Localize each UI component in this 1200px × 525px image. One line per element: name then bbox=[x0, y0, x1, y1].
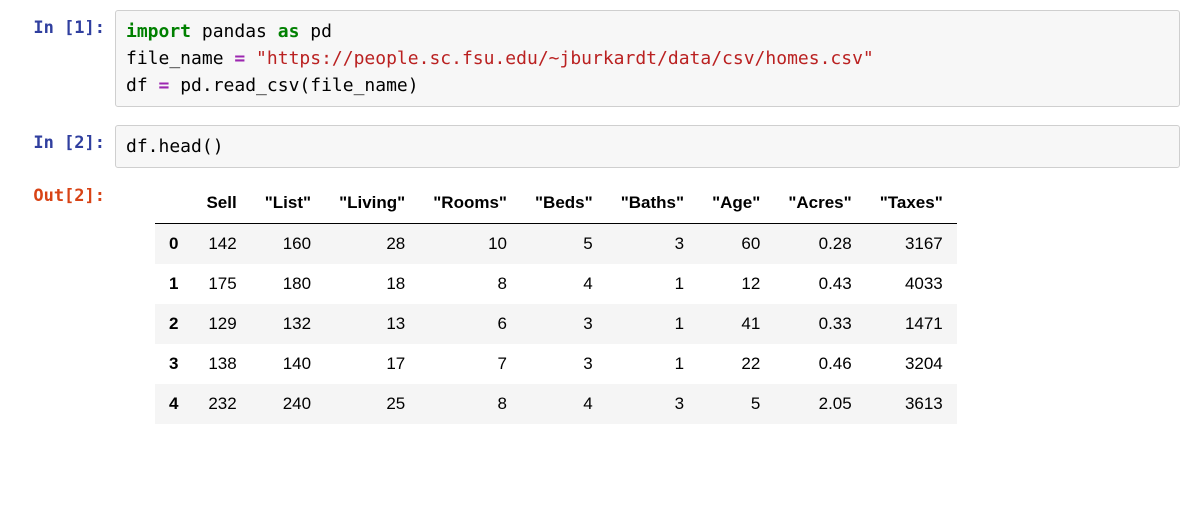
col-header: "Taxes" bbox=[866, 183, 957, 224]
cell: 0.33 bbox=[774, 304, 865, 344]
cell: 0.43 bbox=[774, 264, 865, 304]
cell: 4033 bbox=[866, 264, 957, 304]
cell: 132 bbox=[251, 304, 325, 344]
keyword-import: import bbox=[126, 21, 191, 42]
df-head-call: df.head() bbox=[126, 136, 224, 157]
cell: 41 bbox=[698, 304, 774, 344]
col-header: "List" bbox=[251, 183, 325, 224]
col-header: "Baths" bbox=[607, 183, 698, 224]
table-row: 0 142 160 28 10 5 3 60 0.28 3167 bbox=[155, 224, 957, 265]
cell: 3 bbox=[521, 304, 607, 344]
cell: 22 bbox=[698, 344, 774, 384]
keyword-as: as bbox=[278, 21, 300, 42]
cell: 5 bbox=[698, 384, 774, 424]
code-input-2[interactable]: df.head() bbox=[115, 125, 1180, 168]
output-cell-2: Out[2]: Sell "List" "Living" "Rooms" "Be… bbox=[20, 178, 1180, 429]
read-csv-call: pd.read_csv(file_name) bbox=[169, 75, 418, 96]
string-url: "https://people.sc.fsu.edu/~jburkardt/da… bbox=[245, 48, 874, 69]
input-prompt-2: In [2]: bbox=[20, 125, 115, 156]
cell: 4 bbox=[521, 264, 607, 304]
cell: 160 bbox=[251, 224, 325, 265]
col-header: Sell bbox=[192, 183, 250, 224]
cell: 17 bbox=[325, 344, 419, 384]
cell: 3 bbox=[607, 224, 698, 265]
cell: 18 bbox=[325, 264, 419, 304]
index-header bbox=[155, 183, 192, 224]
cell: 180 bbox=[251, 264, 325, 304]
table-body: 0 142 160 28 10 5 3 60 0.28 3167 1 175 1… bbox=[155, 224, 957, 425]
cell: 232 bbox=[192, 384, 250, 424]
cell: 2.05 bbox=[774, 384, 865, 424]
col-header: "Age" bbox=[698, 183, 774, 224]
row-index: 1 bbox=[155, 264, 192, 304]
cell: 175 bbox=[192, 264, 250, 304]
cell: 3613 bbox=[866, 384, 957, 424]
cell: 28 bbox=[325, 224, 419, 265]
code-cell-2: In [2]: df.head() bbox=[20, 125, 1180, 168]
row-index: 0 bbox=[155, 224, 192, 265]
module-name: pandas bbox=[191, 21, 278, 42]
assign-op: = bbox=[234, 48, 245, 69]
alias-name: pd bbox=[299, 21, 332, 42]
code-cell-1: In [1]: import pandas as pd file_name = … bbox=[20, 10, 1180, 107]
table-row: 1 175 180 18 8 4 1 12 0.43 4033 bbox=[155, 264, 957, 304]
col-header: "Beds" bbox=[521, 183, 607, 224]
cell: 8 bbox=[419, 384, 521, 424]
cell: 13 bbox=[325, 304, 419, 344]
cell: 6 bbox=[419, 304, 521, 344]
cell: 140 bbox=[251, 344, 325, 384]
cell: 1 bbox=[607, 304, 698, 344]
table-row: 4 232 240 25 8 4 3 5 2.05 3613 bbox=[155, 384, 957, 424]
col-header: "Living" bbox=[325, 183, 419, 224]
cell: 1 bbox=[607, 264, 698, 304]
cell: 5 bbox=[521, 224, 607, 265]
cell: 0.28 bbox=[774, 224, 865, 265]
cell: 3204 bbox=[866, 344, 957, 384]
input-prompt-1: In [1]: bbox=[20, 10, 115, 41]
cell: 240 bbox=[251, 384, 325, 424]
cell: 4 bbox=[521, 384, 607, 424]
row-index: 2 bbox=[155, 304, 192, 344]
var-file-name: file_name bbox=[126, 48, 234, 69]
col-header: "Acres" bbox=[774, 183, 865, 224]
header-row: Sell "List" "Living" "Rooms" "Beds" "Bat… bbox=[155, 183, 957, 224]
cell: 8 bbox=[419, 264, 521, 304]
cell: 129 bbox=[192, 304, 250, 344]
cell: 3167 bbox=[866, 224, 957, 265]
row-index: 3 bbox=[155, 344, 192, 384]
cell: 12 bbox=[698, 264, 774, 304]
row-index: 4 bbox=[155, 384, 192, 424]
dataframe-table: Sell "List" "Living" "Rooms" "Beds" "Bat… bbox=[155, 183, 957, 424]
col-header: "Rooms" bbox=[419, 183, 521, 224]
cell: 10 bbox=[419, 224, 521, 265]
cell: 0.46 bbox=[774, 344, 865, 384]
assign-op: = bbox=[159, 75, 170, 96]
cell: 7 bbox=[419, 344, 521, 384]
var-df: df bbox=[126, 75, 159, 96]
cell: 142 bbox=[192, 224, 250, 265]
output-area-2: Sell "List" "Living" "Rooms" "Beds" "Bat… bbox=[115, 178, 1180, 429]
table-header: Sell "List" "Living" "Rooms" "Beds" "Bat… bbox=[155, 183, 957, 224]
cell: 138 bbox=[192, 344, 250, 384]
cell: 3 bbox=[607, 384, 698, 424]
output-prompt-2: Out[2]: bbox=[20, 178, 115, 209]
cell: 3 bbox=[521, 344, 607, 384]
cell: 60 bbox=[698, 224, 774, 265]
table-row: 2 129 132 13 6 3 1 41 0.33 1471 bbox=[155, 304, 957, 344]
cell: 1 bbox=[607, 344, 698, 384]
cell: 25 bbox=[325, 384, 419, 424]
code-input-1[interactable]: import pandas as pd file_name = "https:/… bbox=[115, 10, 1180, 107]
table-row: 3 138 140 17 7 3 1 22 0.46 3204 bbox=[155, 344, 957, 384]
cell: 1471 bbox=[866, 304, 957, 344]
